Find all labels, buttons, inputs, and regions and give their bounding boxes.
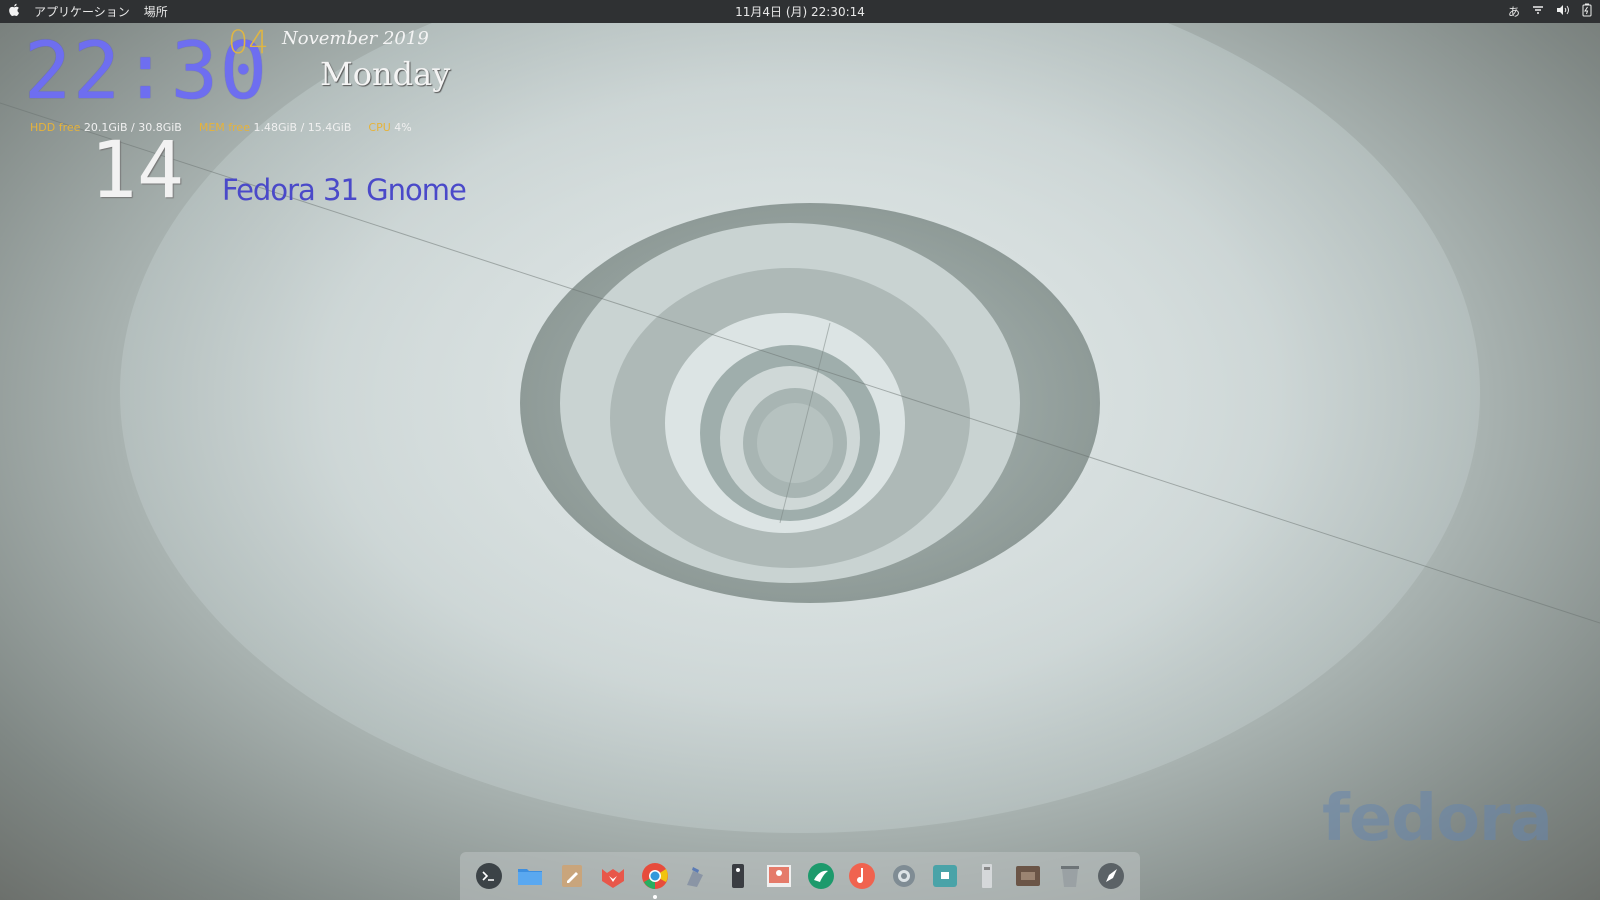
hdd-icon[interactable]	[1013, 861, 1043, 891]
usb-drive-icon[interactable]	[972, 861, 1002, 891]
applications-menu[interactable]: アプリケーション	[34, 3, 130, 20]
image-viewer-icon[interactable]	[764, 861, 794, 891]
launcher-icon[interactable]	[1096, 861, 1126, 891]
screenshot-icon[interactable]	[930, 861, 960, 891]
input-method-indicator[interactable]: あ	[1508, 3, 1520, 20]
fedora-logo: fedora	[1322, 782, 1553, 856]
files-icon[interactable]	[515, 861, 545, 891]
conky-system-info: HDD free 20.1GiB / 30.8GiB MEM free 1.48…	[30, 121, 412, 134]
mem-value: 1.48GiB / 15.4GiB	[253, 121, 352, 134]
inkscape-icon[interactable]	[806, 861, 836, 891]
cpu-label: CPU	[368, 121, 391, 134]
music-icon[interactable]	[847, 861, 877, 891]
places-menu[interactable]: 場所	[144, 3, 168, 20]
firefox-icon[interactable]	[598, 861, 628, 891]
conky-day-number: 04	[228, 23, 269, 61]
network-icon[interactable]	[1532, 4, 1544, 19]
system-monitor-icon[interactable]	[723, 861, 753, 891]
chrome-icon[interactable]	[640, 861, 670, 899]
mem-label: MEM free	[198, 121, 250, 134]
battery-icon[interactable]	[1582, 3, 1592, 20]
trash-icon[interactable]	[1055, 861, 1085, 891]
tweaks-icon[interactable]	[681, 861, 711, 891]
dock	[460, 852, 1140, 900]
conky-os-label: Fedora 31 Gnome	[222, 173, 467, 207]
clock-datetime[interactable]: 11月4日 (月) 22:30:14	[735, 5, 865, 19]
apple-icon[interactable]	[8, 3, 20, 20]
top-bar: アプリケーション 場所 11月4日 (月) 22:30:14 あ	[0, 0, 1600, 23]
running-indicator	[652, 895, 657, 899]
cpu-value: 4%	[394, 121, 412, 134]
settings-icon[interactable]	[889, 861, 919, 891]
volume-icon[interactable]	[1556, 4, 1570, 19]
conky-weekday: Monday	[320, 55, 451, 93]
text-editor-icon[interactable]	[557, 861, 587, 891]
terminal-icon[interactable]	[474, 861, 504, 891]
conky-month-year: November 2019	[282, 28, 429, 49]
conky-seconds: 14	[90, 126, 184, 216]
wallpaper-spiral	[0, 23, 1600, 833]
hdd-label: HDD free	[30, 121, 81, 134]
